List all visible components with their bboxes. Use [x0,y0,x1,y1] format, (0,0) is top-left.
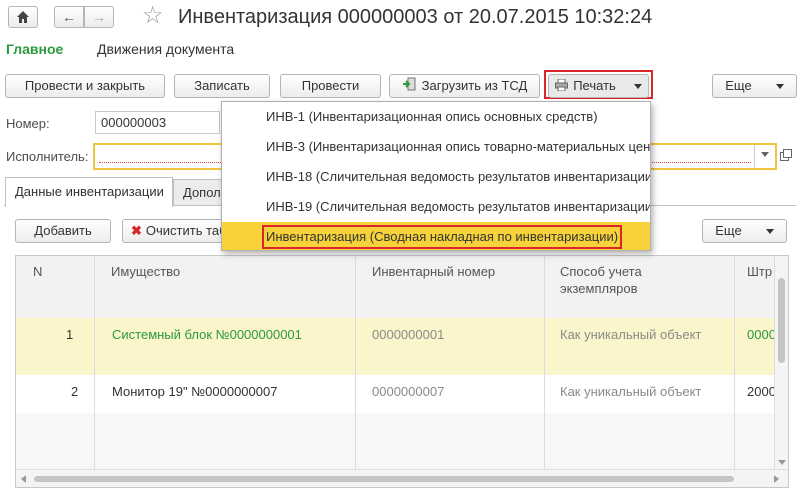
number-field[interactable]: 000000003 [95,111,220,134]
scroll-right-icon[interactable] [774,475,779,483]
home-button[interactable] [8,6,38,28]
column-divider [544,256,545,469]
print-menu: ИНВ-1 (Инвентаризационная опись основных… [221,101,651,251]
load-from-tsd-button[interactable]: Загрузить из ТСД [389,74,540,98]
chevron-down-icon [761,152,769,158]
column-header-accounting-method[interactable]: Способ учета экземпляров [560,263,680,297]
load-from-tsd-label: Загрузить из ТСД [421,78,528,93]
row-1-barcode: 0000 [747,327,776,342]
import-icon [402,76,416,97]
print-menu-item-inv1[interactable]: ИНВ-1 (Инвентаризационная опись основных… [222,102,650,132]
row-1-inventory-number: 0000000001 [372,327,445,342]
favorite-star-icon[interactable]: ☆ [142,2,164,30]
clear-table-label: Очистить таб [145,223,227,238]
row-1-item[interactable]: Системный блок №0000000001 [112,327,302,342]
post-button[interactable]: Провести [280,74,381,98]
row-2-barcode: 2000 [747,384,776,399]
window-title: Инвентаризация 000000003 от 20.07.2015 1… [178,6,653,28]
printer-icon [555,76,569,97]
executor-label: Исполнитель: [6,149,89,164]
print-label: Печать [573,78,616,93]
column-header-item[interactable]: Имущество [111,263,180,280]
column-divider [355,256,356,469]
write-button[interactable]: Записать [174,74,270,98]
row-2-item[interactable]: Монитор 19" №0000000007 [112,384,277,399]
column-header-inventory-number[interactable]: Инвентарный номер [372,263,495,280]
scroll-left-icon[interactable] [21,475,26,483]
inventory-table: N Имущество Инвентарный номер Способ уче… [15,255,789,488]
column-header-barcode[interactable]: Штр [747,263,772,280]
arrow-left-icon: ← [62,9,76,25]
column-divider [94,256,95,469]
chevron-down-icon [775,84,784,90]
row-1-accounting-method: Как уникальный объект [560,327,702,342]
table-more-label: Еще [715,223,742,238]
clear-table-button[interactable]: ✖ Очистить таб [122,219,227,243]
print-button[interactable]: Печать [548,74,649,98]
print-menu-item-summary[interactable]: Инвентаризация (Сводная накладная по инв… [222,222,650,250]
horizontal-scrollbar-thumb[interactable] [34,476,734,482]
horizontal-scrollbar[interactable] [16,469,788,487]
print-menu-item-inv18[interactable]: ИНВ-18 (Сличительная ведомость результат… [222,162,650,192]
print-menu-item-inv19[interactable]: ИНВ-19 (Сличительная ведомость результат… [222,192,650,222]
row-2-number: 2 [71,384,79,399]
back-button[interactable]: ← [54,6,84,28]
nav-movements[interactable]: Движения документа [97,41,234,57]
home-icon [17,11,29,23]
row-2-inventory-number: 0000000007 [372,384,445,399]
arrow-right-icon: → [92,9,106,25]
column-header-n[interactable]: N [33,263,42,280]
nav-main[interactable]: Главное [6,41,63,57]
table-more-button[interactable]: Еще [702,219,787,243]
clear-icon: ✖ [131,223,142,238]
add-row-button[interactable]: Добавить [15,219,111,243]
more-label: Еще [725,78,752,93]
open-executor-icon[interactable] [780,149,792,161]
forward-button[interactable]: → [84,6,114,28]
row-2-accounting-method: Как уникальный объект [560,384,702,399]
scroll-down-icon[interactable] [778,460,786,465]
more-button[interactable]: Еще [712,74,797,98]
table-empty-area [16,413,774,469]
number-label: Номер: [6,116,50,131]
scrollbar-thumb[interactable] [778,278,785,363]
print-menu-item-summary-label: Инвентаризация (Сводная накладная по инв… [262,225,623,249]
chevron-down-icon [633,84,642,90]
row-1-number: 1 [66,327,74,342]
column-divider [734,256,735,469]
vertical-scrollbar[interactable] [774,256,788,469]
chevron-down-icon [765,229,774,235]
executor-dropdown-button[interactable] [754,145,775,168]
print-menu-item-inv3[interactable]: ИНВ-3 (Инвентаризационная опись товарно-… [222,132,650,162]
tab-inventory-data[interactable]: Данные инвентаризации [5,177,173,207]
post-and-close-button[interactable]: Провести и закрыть [5,74,165,98]
